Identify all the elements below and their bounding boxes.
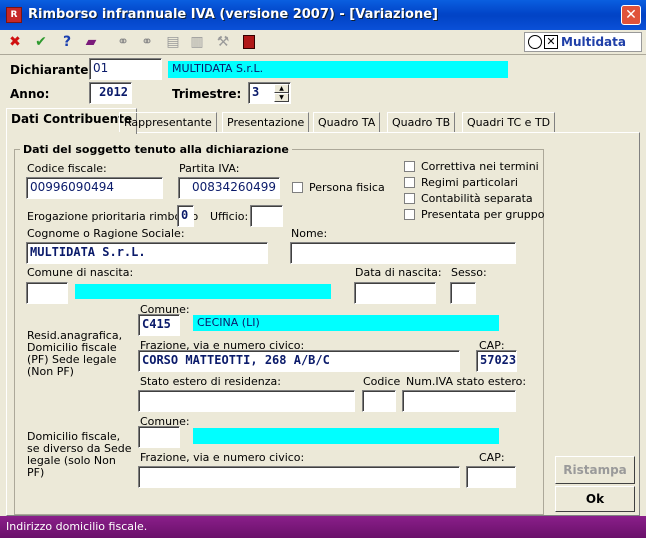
via-input[interactable]: CORSO MATTEOTTI, 268 A/B/C: [138, 350, 460, 372]
tab-label: Quadro TB: [392, 116, 451, 129]
close-button[interactable]: ✕: [621, 5, 641, 25]
box-x-icon: ✕: [544, 35, 558, 49]
option-label: Regimi particolari: [421, 176, 518, 189]
tab-label: Dati Contribuente: [11, 112, 133, 126]
option-label: Presentata per gruppo: [421, 208, 545, 221]
tab-quadro-tb[interactable]: Quadro TB: [387, 112, 456, 132]
option-label: Contabilità separata: [421, 192, 533, 205]
via2-input[interactable]: [138, 466, 460, 488]
cap2-label: CAP:: [479, 451, 505, 464]
cap-input[interactable]: 57023: [476, 350, 517, 372]
stepper-up-icon[interactable]: ▲: [274, 84, 289, 93]
brand-logo: ✕ Multidata: [524, 32, 642, 52]
circle-icon: [528, 35, 542, 49]
window-title: Rimborso infrannuale IVA (versione 2007)…: [28, 7, 438, 22]
dichiarante-code-input[interactable]: 01: [89, 58, 162, 80]
persona-fisica-label: Persona fisica: [309, 181, 385, 194]
comune2-desc: [193, 428, 499, 444]
help-icon[interactable]: ?: [58, 33, 76, 51]
contabilita-checkbox[interactable]: [404, 193, 415, 204]
comune-nascita-input[interactable]: [26, 282, 68, 304]
domicilio-label: Domicilio fiscale, se diverso da Sede le…: [27, 430, 132, 479]
data-nascita-label: Data di nascita:: [355, 266, 442, 279]
tab-quadri-tc-td[interactable]: Quadri TC e TD: [462, 112, 556, 132]
tools-icon[interactable]: ⚒: [214, 33, 232, 51]
codice-fiscale-label: Codice fiscale:: [27, 162, 107, 175]
tab-label: Quadro TA: [318, 116, 376, 129]
regimi-checkbox[interactable]: [404, 177, 415, 188]
resid-label: Resid.anagrafica, Domicilio fiscale (PF)…: [27, 329, 123, 378]
tab-label: Rappresentante: [124, 116, 212, 129]
comune-nascita-desc: [75, 284, 331, 299]
tab-presentazione[interactable]: Presentazione: [222, 112, 310, 132]
confirm-icon[interactable]: ✔: [32, 33, 50, 51]
exit-icon[interactable]: [240, 33, 258, 51]
group-title: Dati del soggetto tenuto alla dichiarazi…: [20, 143, 292, 156]
option-label: Correttiva nei termini: [421, 160, 539, 173]
ufficio-input[interactable]: [250, 205, 283, 227]
via2-label: Frazione, via e numero civico:: [140, 451, 305, 464]
data-nascita-input[interactable]: [354, 282, 436, 304]
binoculars-next-icon[interactable]: ⚭: [138, 33, 156, 51]
erogazione-label: Erogazione prioritaria rimborso: [27, 210, 199, 223]
num-iva-label: Num.IVA stato estero:: [406, 375, 527, 388]
gruppo-checkbox[interactable]: [404, 209, 415, 220]
anno-label: Anno:: [10, 87, 50, 101]
ristampa-button[interactable]: Ristampa: [555, 456, 635, 484]
cancel-icon[interactable]: ✖: [6, 33, 24, 51]
stato-estero-input[interactable]: [138, 390, 355, 412]
book-icon[interactable]: ▰: [82, 33, 100, 51]
erogazione-input[interactable]: 0: [177, 205, 194, 227]
trimestre-label: Trimestre:: [172, 87, 242, 101]
ok-button[interactable]: Ok: [555, 486, 635, 512]
correttiva-checkbox[interactable]: [404, 161, 415, 172]
print-icon[interactable]: ▤: [164, 33, 182, 51]
trimestre-value: 3: [252, 85, 260, 99]
comune-name: CECINA (LI): [193, 315, 499, 331]
codice-fiscale-input[interactable]: 00996090494: [26, 177, 163, 199]
status-text: Indirizzo domicilio fiscale.: [6, 520, 148, 533]
title-bar: R Rimborso infrannuale IVA (versione 200…: [0, 0, 646, 30]
codice-label: Codice: [363, 375, 401, 388]
tab-dati-contribuente[interactable]: Dati Contribuente: [6, 108, 138, 134]
preview-icon[interactable]: ▥: [188, 33, 206, 51]
tab-rappresentante[interactable]: Rappresentante: [119, 112, 217, 132]
tab-quadro-ta[interactable]: Quadro TA: [313, 112, 381, 132]
dichiarante-name: MULTIDATA S.r.L.: [168, 61, 508, 78]
nome-input[interactable]: [290, 242, 516, 264]
cognome-input[interactable]: MULTIDATA S.r.L.: [26, 242, 268, 264]
app-icon: R: [6, 7, 22, 23]
comune2-input[interactable]: [138, 426, 180, 448]
persona-fisica-checkbox[interactable]: [292, 182, 303, 193]
comune-nascita-label: Comune di nascita:: [27, 266, 134, 279]
sesso-input[interactable]: [450, 282, 476, 304]
codice-input[interactable]: [362, 390, 396, 412]
ufficio-label: Ufficio:: [210, 210, 249, 223]
comune-code-input[interactable]: C415: [138, 314, 180, 336]
stepper-down-icon[interactable]: ▼: [274, 93, 289, 102]
partita-iva-input[interactable]: 00834260499: [178, 177, 280, 199]
tab-label: Presentazione: [227, 116, 305, 129]
num-iva-input[interactable]: [402, 390, 516, 412]
stato-estero-label: Stato estero di residenza:: [140, 375, 281, 388]
binoculars-icon[interactable]: ⚭: [114, 33, 132, 51]
cognome-label: Cognome o Ragione Sociale:: [27, 227, 185, 240]
partita-iva-label: Partita IVA:: [179, 162, 240, 175]
dichiarante-label: Dichiarante:: [10, 63, 94, 77]
sesso-label: Sesso:: [451, 266, 487, 279]
cap2-input[interactable]: [466, 466, 516, 488]
anno-input[interactable]: 2012: [89, 82, 132, 104]
brand-name: Multidata: [561, 35, 626, 49]
nome-label: Nome:: [291, 227, 328, 240]
tab-label: Quadri TC e TD: [467, 116, 551, 129]
status-bar: Indirizzo domicilio fiscale.: [0, 516, 646, 538]
